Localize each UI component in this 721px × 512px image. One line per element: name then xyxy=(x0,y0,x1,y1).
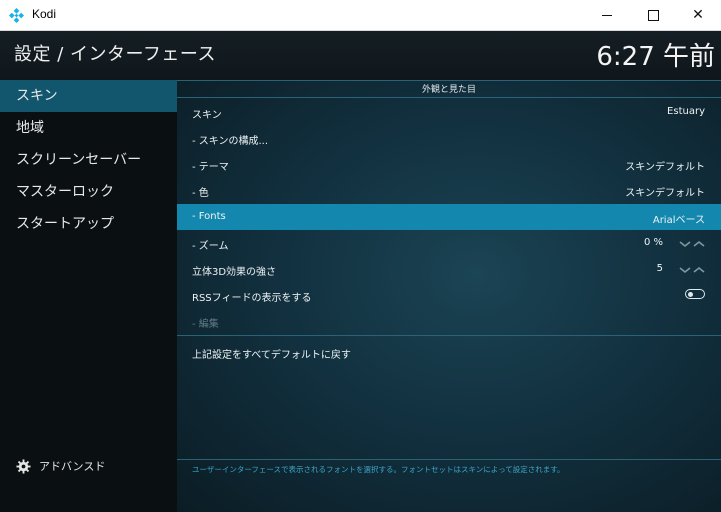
setting-stereo-strength[interactable]: 立体3D効果の強さ 5 xyxy=(177,256,721,282)
setting-label: - Fonts xyxy=(192,211,226,222)
settings-panel: 外観と見た目 スキン Estuary - スキンの構成... - テーマ スキン… xyxy=(177,80,721,512)
setting-value: スキンデフォルト xyxy=(625,188,705,199)
toggle-knob xyxy=(688,291,693,297)
setting-label: スキン xyxy=(192,110,222,121)
close-button[interactable]: ✕ xyxy=(675,0,721,30)
setting-fonts[interactable]: - Fonts Arialベース xyxy=(177,204,721,230)
setting-theme[interactable]: - テーマ スキンデフォルト xyxy=(177,151,721,177)
setting-label: - テーマ xyxy=(192,162,229,173)
sidebar-item-screensaver[interactable]: スクリーンセーバー xyxy=(0,144,177,176)
setting-skin[interactable]: スキン Estuary xyxy=(177,99,721,125)
kodi-app: 設定 / インターフェース 6:27 午前 スキン 地域 スクリーンセーバー マ… xyxy=(0,31,721,512)
divider xyxy=(177,80,721,81)
setting-value: 5 xyxy=(656,263,663,274)
setting-value: スキンデフォルト xyxy=(625,162,705,173)
setting-label: 立体3D効果の強さ xyxy=(192,267,277,278)
window-titlebar: Kodi ✕ xyxy=(0,0,721,31)
advanced-level-button[interactable]: アドバンスド xyxy=(16,458,105,474)
setting-rss-edit: - 編集 xyxy=(177,308,721,334)
sidebar-item-region[interactable]: 地域 xyxy=(0,112,177,144)
advanced-label: アドバンスド xyxy=(39,460,106,473)
divider xyxy=(177,459,721,460)
reset-defaults-button[interactable]: 上記設定をすべてデフォルトに戻す xyxy=(192,346,351,361)
setting-value: Estuary xyxy=(667,106,705,117)
setting-label: - ズーム xyxy=(192,241,229,252)
setting-label: - 編集 xyxy=(192,319,219,330)
section-title: 外観と見た目 xyxy=(421,85,476,95)
minimize-button[interactable] xyxy=(584,0,630,30)
maximize-button[interactable] xyxy=(630,0,676,30)
gear-icon xyxy=(16,458,31,474)
maximize-icon xyxy=(647,9,659,21)
help-text: ユーザーインターフェースで表示されるフォントを選択する。フォントセットはスキンに… xyxy=(192,465,565,474)
setting-skin-configure[interactable]: - スキンの構成... xyxy=(177,125,721,151)
setting-label: - 色 xyxy=(192,188,209,199)
header: 設定 / インターフェース 6:27 午前 xyxy=(0,31,721,80)
kodi-logo-icon xyxy=(9,8,24,23)
window-title: Kodi xyxy=(32,7,57,21)
setting-label: RSSフィードの表示をする xyxy=(192,293,312,304)
rss-toggle[interactable] xyxy=(685,289,705,299)
minimize-icon xyxy=(602,14,612,16)
divider xyxy=(177,97,721,98)
spinner-arrows-icon[interactable] xyxy=(679,265,705,275)
setting-zoom[interactable]: - ズーム 0 % xyxy=(177,230,721,256)
close-icon: ✕ xyxy=(692,7,704,23)
setting-value: 0 % xyxy=(643,237,663,248)
setting-value: Arialベース xyxy=(652,215,705,226)
sidebar: スキン 地域 スクリーンセーバー マスターロック スタートアップ アドバンスド xyxy=(0,80,177,512)
clock: 6:27 午前 xyxy=(596,42,715,72)
sidebar-item-skin[interactable]: スキン xyxy=(0,80,177,112)
setting-label: - スキンの構成... xyxy=(192,136,269,147)
page-title: 設定 / インターフェース xyxy=(14,44,217,65)
sidebar-item-startup[interactable]: スタートアップ xyxy=(0,208,177,240)
spinner-arrows-icon[interactable] xyxy=(679,239,705,249)
divider xyxy=(177,335,721,336)
setting-colors[interactable]: - 色 スキンデフォルト xyxy=(177,177,721,203)
setting-rss[interactable]: RSSフィードの表示をする xyxy=(177,282,721,308)
sidebar-item-master-lock[interactable]: マスターロック xyxy=(0,176,177,208)
